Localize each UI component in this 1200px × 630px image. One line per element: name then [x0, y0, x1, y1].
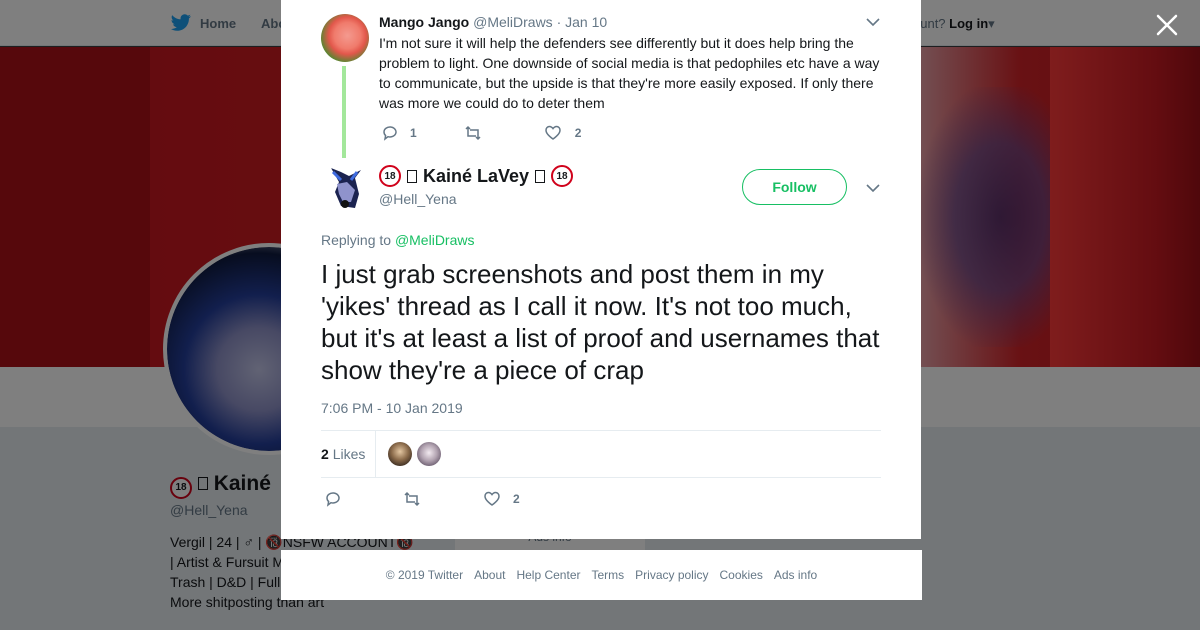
footer-link-privacy[interactable]: Privacy policy [635, 568, 708, 582]
close-modal-button[interactable] [1154, 12, 1180, 38]
likes-label: Likes [332, 446, 366, 462]
adult-badge-icon: 18 [379, 165, 401, 187]
like-button[interactable]: 2 [544, 124, 582, 142]
retweet-icon [404, 491, 420, 507]
footer-link-help-center[interactable]: Help Center [516, 568, 580, 582]
tweet-date[interactable]: · Jan 10 [557, 14, 608, 30]
like-button[interactable]: 2 [483, 490, 520, 508]
close-icon [1156, 14, 1178, 36]
modal-footer: © 2019 Twitter About Help Center Terms P… [281, 550, 922, 600]
main-tweet-text: I just grab screenshots and post them in… [321, 259, 880, 385]
heart-icon [484, 491, 500, 506]
tweet-timestamp[interactable]: 7:06 PM - 10 Jan 2019 [321, 400, 463, 416]
likes-stat[interactable]: 2 Likes [321, 446, 365, 462]
hyena-avatar-icon [331, 168, 361, 208]
parent-tweet-actions: 1 2 [381, 124, 581, 142]
liker-avatar[interactable] [388, 442, 412, 466]
replying-to: Replying to @MeliDraws [321, 232, 475, 248]
replying-to-link[interactable]: @MeliDraws [395, 232, 475, 248]
thread-connector [342, 66, 346, 158]
chevron-down-icon[interactable] [866, 183, 880, 193]
like-count: 2 [574, 126, 582, 140]
avatar[interactable] [321, 164, 369, 212]
parent-tweet-header: Mango Jango @MeliDraws · Jan 10 [379, 14, 607, 30]
tweet-modal: Mango Jango @MeliDraws · Jan 10 I'm not … [281, 0, 921, 539]
footer-copyright: © 2019 Twitter [385, 568, 464, 582]
liker-avatar[interactable] [417, 442, 441, 466]
reply-icon [326, 492, 340, 507]
footer-link-terms[interactable]: Terms [591, 568, 624, 582]
retweet-button[interactable] [403, 490, 421, 508]
adult-badge-icon: 18 [551, 165, 574, 187]
reply-count: 1 [410, 126, 417, 140]
follow-button[interactable]: Follow [742, 169, 847, 205]
retweet-icon [465, 125, 481, 141]
like-count: 2 [513, 492, 520, 506]
unknown-glyph-icon [535, 169, 546, 183]
footer-link-about[interactable]: About [474, 568, 505, 582]
heart-icon [544, 125, 561, 140]
reply-button[interactable] [324, 490, 342, 508]
reply-button[interactable]: 1 [381, 124, 417, 142]
unknown-glyph-icon [407, 169, 417, 183]
main-tweet-actions: 2 [324, 490, 520, 508]
stats-divider [375, 431, 376, 477]
author-name[interactable]: Mango Jango [379, 14, 469, 30]
avatar[interactable] [321, 14, 369, 62]
author-name-text: Kainé LaVey [423, 165, 530, 186]
main-tweet-author-handle[interactable]: @Hell_Yena [379, 191, 457, 207]
reply-icon [383, 126, 397, 141]
tweet-stats: 2 Likes [321, 430, 881, 478]
retweet-button[interactable] [464, 124, 482, 142]
main-tweet-author-name[interactable]: 18 Kainé LaVey 18 [379, 165, 574, 187]
footer-link-cookies[interactable]: Cookies [720, 568, 763, 582]
parent-tweet-text: I'm not sure it will help the defenders … [379, 35, 880, 111]
chevron-down-icon[interactable] [866, 17, 880, 27]
author-handle[interactable]: @MeliDraws [473, 14, 553, 30]
likes-count: 2 [321, 446, 329, 462]
replying-prefix: Replying to [321, 232, 392, 248]
footer-link-ads-info[interactable]: Ads info [774, 568, 817, 582]
